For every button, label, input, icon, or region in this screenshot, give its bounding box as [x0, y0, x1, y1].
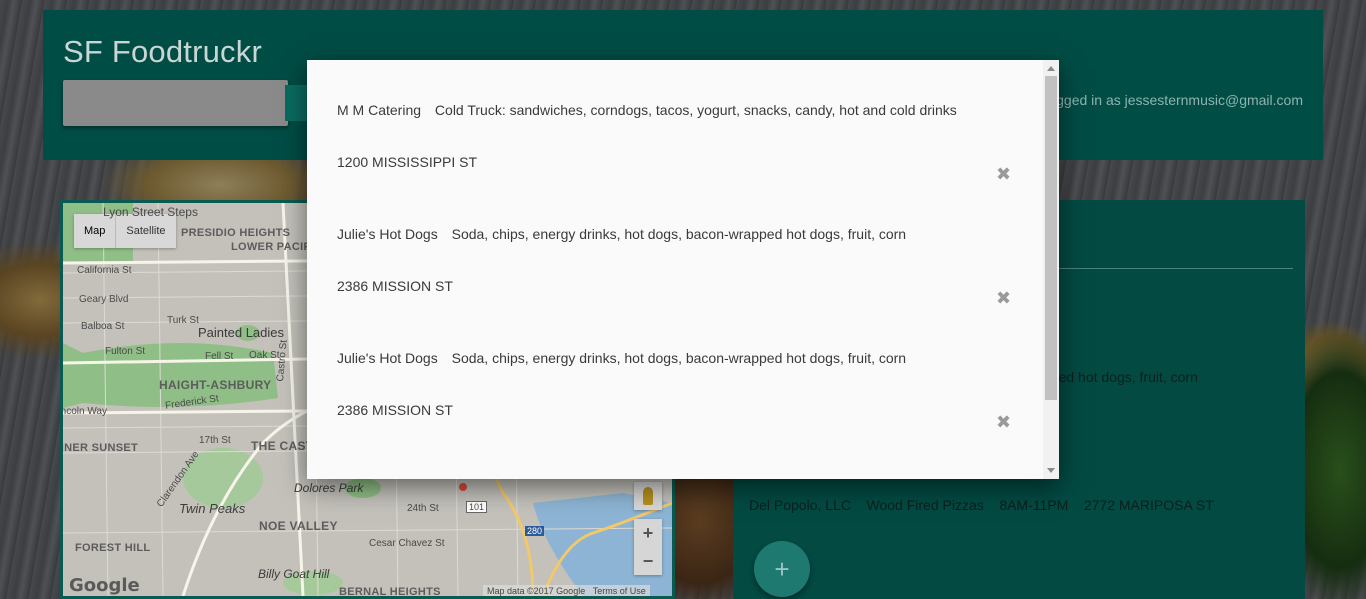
- scroll-up-arrow-icon[interactable]: [1047, 66, 1055, 71]
- favorite-item: Julie's Hot Dogs Soda, chips, energy dri…: [337, 226, 1017, 308]
- map-label-fulton-st: Fulton St: [105, 346, 146, 357]
- map-label-california-st: California St: [77, 265, 132, 276]
- favorite-item: M M Catering Cold Truck: sandwiches, cor…: [337, 102, 1017, 184]
- search-input[interactable]: [63, 80, 288, 126]
- map-label-painted-ladies: Painted Ladies: [198, 325, 285, 340]
- street-view-pegman-icon[interactable]: [634, 482, 662, 510]
- map-type-satellite-button[interactable]: Satellite: [115, 214, 175, 248]
- truck-list-entry[interactable]: Del Popolo, LLC Wood Fired Pizzas 8AM-11…: [749, 497, 1214, 513]
- map-type-control: Map Satellite: [74, 214, 176, 248]
- favorite-address: 2386 MISSION ST: [337, 278, 453, 294]
- map-label-presidio-heights: PRESIDIO HEIGHTS: [181, 227, 291, 239]
- map-label-bernal-heights: BERNAL HEIGHTS: [339, 586, 441, 598]
- map-label-oak-st: Oak St: [249, 350, 280, 361]
- zoom-control: + −: [634, 519, 662, 575]
- favorite-item: Julie's Hot Dogs Soda, chips, energy dri…: [337, 350, 1017, 432]
- map-label-twin-peaks: Twin Peaks: [179, 501, 246, 516]
- map-label-fell-st: Fell St: [205, 351, 234, 362]
- scrollbar-thumb[interactable]: [1045, 76, 1057, 400]
- map-label-forest-hill: FOREST HILL: [75, 542, 151, 554]
- truck-address: 2772 MARIPOSA ST: [1083, 497, 1214, 513]
- map-label-lower-pacific-heights: LOWER PACIFIC HEIGHTS: [231, 241, 377, 253]
- highway-280-shield: 280: [525, 526, 545, 536]
- map-attribution: Map data ©2017 Google Terms of Use: [483, 585, 650, 596]
- favorite-address: 1200 MISSISSIPPI ST: [337, 154, 478, 170]
- remove-favorite-icon[interactable]: ✖: [996, 288, 1011, 309]
- scroll-down-arrow-icon[interactable]: [1047, 468, 1055, 473]
- map-label-lincoln-way: Lincoln Way: [63, 406, 107, 417]
- map-data-text[interactable]: Map data ©2017 Google: [487, 586, 585, 596]
- map-label-the-castro: THE CASTRO: [251, 439, 307, 453]
- map-label-24th-st: 24th St: [407, 503, 439, 514]
- map-type-map-button[interactable]: Map: [74, 214, 115, 248]
- map-label-turk-st: Turk St: [167, 315, 199, 326]
- favorite-name: Julie's Hot Dogs: [337, 226, 438, 242]
- highway-101-shield: 101: [466, 501, 488, 513]
- logged-in-text: Logged in as jessesternmusic@gmail.com: [1040, 92, 1303, 108]
- zoom-in-button[interactable]: +: [634, 519, 662, 547]
- truck-name: Del Popolo, LLC: [749, 497, 851, 513]
- remove-favorite-icon[interactable]: ✖: [996, 412, 1011, 433]
- map-label-inner-sunset: INNER SUNSET: [63, 442, 138, 454]
- favorite-food: Soda, chips, energy drinks, hot dogs, ba…: [451, 350, 907, 366]
- map-label-geary-blvd: Geary Blvd: [79, 294, 129, 305]
- truck-hours: 8AM-11PM: [999, 497, 1069, 513]
- map-label-cesar-chavez-st: Cesar Chavez St: [369, 538, 445, 549]
- favorite-food: Cold Truck: sandwiches, corndogs, tacos,…: [434, 102, 957, 118]
- map-label-haight-ashbury: HAIGHT-ASHBURY: [159, 378, 272, 392]
- add-favorite-button[interactable]: +: [754, 541, 810, 597]
- favorite-address: 2386 MISSION ST: [337, 402, 453, 418]
- map-label-17th-st: 17th St: [199, 435, 231, 446]
- terms-of-use-link[interactable]: Terms of Use: [593, 586, 646, 596]
- map-label-billy-goat-hill: Billy Goat Hill: [258, 567, 330, 581]
- remove-favorite-icon[interactable]: ✖: [996, 164, 1011, 185]
- map-label-dolores-park: Dolores Park: [294, 481, 364, 495]
- map-label-lyon-street-steps: Lyon Street Steps: [103, 205, 198, 219]
- zoom-out-button[interactable]: −: [634, 547, 662, 575]
- favorite-name: M M Catering: [337, 102, 422, 118]
- app-title: SF Foodtruckr: [63, 34, 262, 69]
- modal-scrollbar[interactable]: [1043, 60, 1059, 479]
- favorites-modal: M M Catering Cold Truck: sandwiches, cor…: [307, 60, 1059, 479]
- favorite-food: Soda, chips, energy drinks, hot dogs, ba…: [451, 226, 907, 242]
- map-label-balboa-st: Balboa St: [81, 321, 125, 332]
- google-logo: Google: [69, 575, 140, 596]
- map-label-noe-valley: NOE VALLEY: [259, 519, 338, 533]
- favorite-name: Julie's Hot Dogs: [337, 350, 438, 366]
- truck-food: Wood Fired Pizzas: [866, 497, 984, 513]
- truck-list-partial-food: pped hot dogs, fruit, corn: [1043, 369, 1198, 385]
